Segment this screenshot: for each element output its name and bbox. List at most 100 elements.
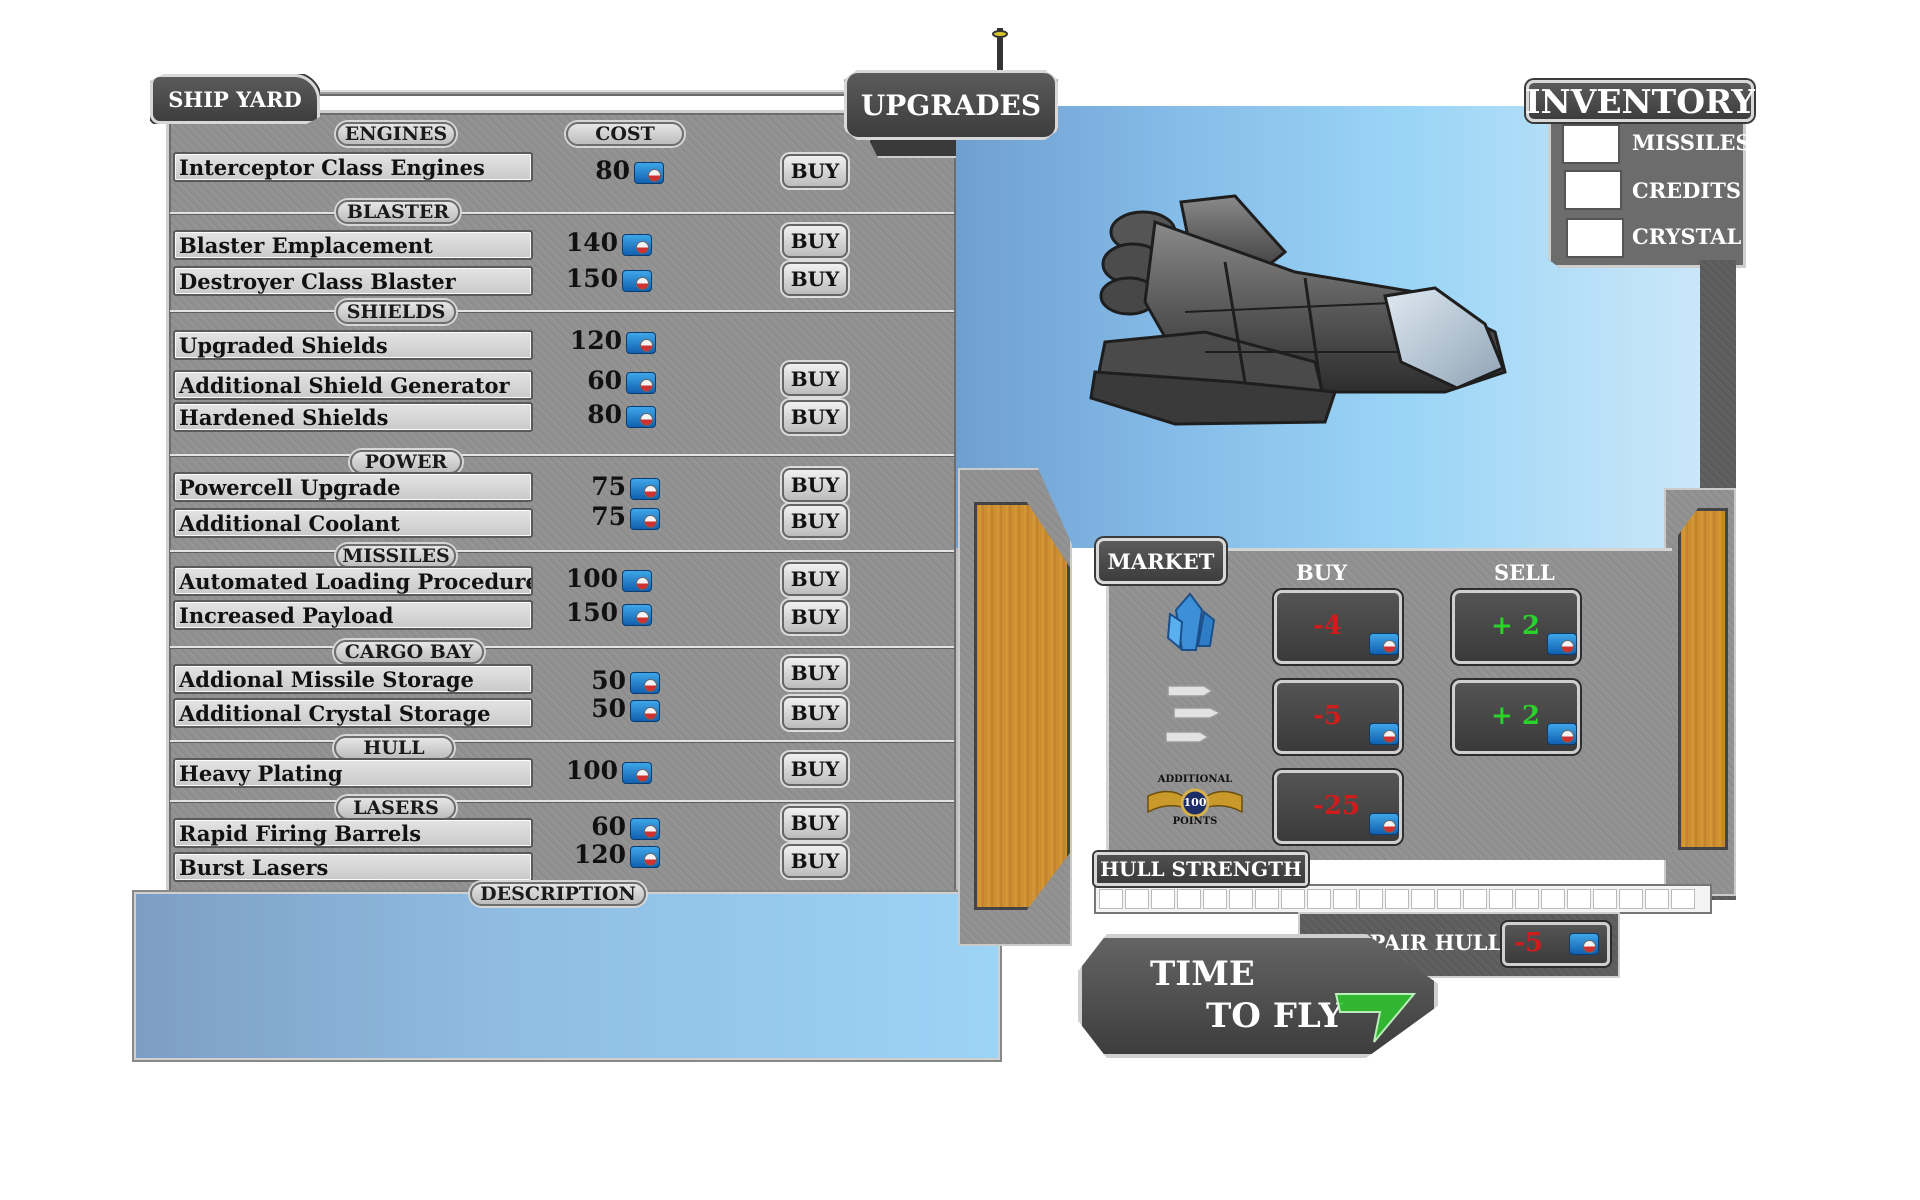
- shipyard-title: SHIP YARD: [150, 74, 320, 124]
- hull-segment: [1333, 889, 1357, 909]
- credits-icon: [622, 270, 652, 292]
- buy-button[interactable]: BUY: [782, 504, 848, 538]
- market-buy-crystal-button[interactable]: -4: [1274, 590, 1402, 664]
- wood-panel-right: [1678, 508, 1728, 850]
- credits-icon: [626, 372, 656, 394]
- credits-icon: [630, 846, 660, 868]
- upgrade-item-label[interactable]: Additional Shield Generator: [173, 370, 533, 400]
- market-sell-missiles-button[interactable]: + 2: [1452, 680, 1580, 754]
- hull-segment: [1437, 889, 1461, 909]
- upgrade-item-cost: 120: [573, 840, 626, 869]
- badge-bottom-text: POINTS: [1172, 816, 1218, 827]
- section-header-shields: SHIELDS: [336, 300, 456, 324]
- description-label: DESCRIPTION: [470, 882, 646, 906]
- description-text: [136, 894, 998, 974]
- upgrade-item-label[interactable]: Increased Payload: [173, 600, 533, 630]
- cost-header: COST: [566, 122, 684, 146]
- buy-button[interactable]: BUY: [782, 224, 848, 258]
- upgrade-item-cost: 80: [587, 400, 622, 429]
- shipyard-top-rail: [318, 90, 858, 96]
- upgrade-item-label[interactable]: Destroyer Class Blaster: [173, 266, 533, 296]
- buy-button[interactable]: BUY: [782, 154, 848, 188]
- hull-segment: [1307, 889, 1331, 909]
- section-divider: [170, 740, 954, 743]
- section-header-blaster: BLASTER: [336, 200, 460, 224]
- market-sell-header: SELL: [1494, 560, 1555, 585]
- upgrade-item-label[interactable]: Powercell Upgrade: [173, 472, 533, 502]
- hull-segment: [1619, 889, 1643, 909]
- market-sell-crystal-button[interactable]: + 2: [1452, 590, 1580, 664]
- badge-top-text: ADDITIONAL: [1157, 774, 1233, 785]
- hull-segment: [1255, 889, 1279, 909]
- buy-button[interactable]: BUY: [782, 562, 848, 596]
- time-to-fly-label-line2: TO FLY: [1206, 996, 1343, 1036]
- market-sell-crystal-price: + 2: [1491, 611, 1540, 641]
- upgrade-item-cost: 60: [591, 812, 626, 841]
- market-buy-points-button[interactable]: -25: [1274, 770, 1402, 844]
- buy-button[interactable]: BUY: [782, 752, 848, 786]
- upgrade-item-label[interactable]: Burst Lasers: [173, 852, 533, 882]
- credits-icon: [630, 508, 660, 530]
- credits-icon: [622, 762, 652, 784]
- buy-button[interactable]: BUY: [782, 362, 848, 396]
- buy-button[interactable]: BUY: [782, 600, 848, 634]
- upgrade-item-cost: 150: [565, 264, 618, 293]
- hull-segment: [1541, 889, 1565, 909]
- market-title: MARKET: [1096, 538, 1226, 584]
- credits-icon: [1547, 633, 1577, 655]
- hull-strength-label: HULL STRENGTH: [1094, 852, 1308, 886]
- buy-button[interactable]: BUY: [782, 468, 848, 502]
- market-buy-missiles-button[interactable]: -5: [1274, 680, 1402, 754]
- upgrade-item-label[interactable]: Blaster Emplacement: [173, 230, 533, 260]
- hull-segment: [1359, 889, 1383, 909]
- wood-panel-left: [974, 502, 1070, 910]
- upgrade-item-label[interactable]: Rapid Firing Barrels: [173, 818, 533, 848]
- section-header-engines: ENGINES: [336, 122, 456, 146]
- credits-icon: [622, 604, 652, 626]
- inventory-crystal-value: [1566, 218, 1624, 258]
- hull-segment: [1099, 889, 1123, 909]
- credits-icon: [634, 162, 664, 184]
- upgrade-item-label[interactable]: Addional Missile Storage: [173, 664, 533, 694]
- hull-strength-bar: [1094, 884, 1712, 914]
- section-divider: [170, 310, 954, 313]
- section-header-hull: HULL: [334, 736, 454, 760]
- buy-button[interactable]: BUY: [782, 262, 848, 296]
- upgrade-item-cost: 80: [595, 156, 630, 185]
- inventory-credits-value: [1564, 170, 1622, 210]
- hull-segment: [1489, 889, 1513, 909]
- buy-button[interactable]: BUY: [782, 844, 848, 878]
- hull-segment: [1411, 889, 1435, 909]
- credits-icon: [630, 478, 660, 500]
- hull-segment: [1203, 889, 1227, 909]
- upgrade-item-label[interactable]: Interceptor Class Engines: [173, 152, 533, 182]
- upgrade-item-label[interactable]: Automated Loading Procedures: [173, 566, 533, 596]
- market-sell-missiles-price: + 2: [1491, 701, 1540, 731]
- upgrade-item-cost: 100: [565, 756, 618, 785]
- credits-icon: [622, 234, 652, 256]
- upgrade-item-label[interactable]: Heavy Plating: [173, 758, 533, 788]
- buy-button[interactable]: BUY: [782, 656, 848, 690]
- upgrade-item-cost: 60: [587, 366, 622, 395]
- section-header-lasers: LASERS: [336, 796, 456, 820]
- upgrade-item-label[interactable]: Hardened Shields: [173, 402, 533, 432]
- hull-segment: [1593, 889, 1617, 909]
- hull-segment: [1567, 889, 1591, 909]
- upgrade-item-cost: 120: [569, 326, 622, 355]
- upgrade-item-label[interactable]: Additional Coolant: [173, 508, 533, 538]
- section-header-cargo-bay: CARGO BAY: [334, 640, 484, 664]
- buy-button[interactable]: BUY: [782, 400, 848, 434]
- upgrade-item-cost: 75: [591, 472, 626, 501]
- hull-segment: [1125, 889, 1149, 909]
- credits-icon: [1569, 933, 1599, 955]
- buy-button[interactable]: BUY: [782, 696, 848, 730]
- section-header-missiles: MISSILES: [336, 544, 456, 568]
- upgrade-item-cost: 75: [591, 502, 626, 531]
- section-divider: [170, 646, 954, 649]
- credits-icon: [630, 700, 660, 722]
- upgrade-item-label[interactable]: Upgraded Shields: [173, 330, 533, 360]
- hull-segment: [1177, 889, 1201, 909]
- buy-button[interactable]: BUY: [782, 806, 848, 840]
- upgrade-item-label[interactable]: Additional Crystal Storage: [173, 698, 533, 728]
- market-buy-missiles-price: -5: [1313, 701, 1342, 731]
